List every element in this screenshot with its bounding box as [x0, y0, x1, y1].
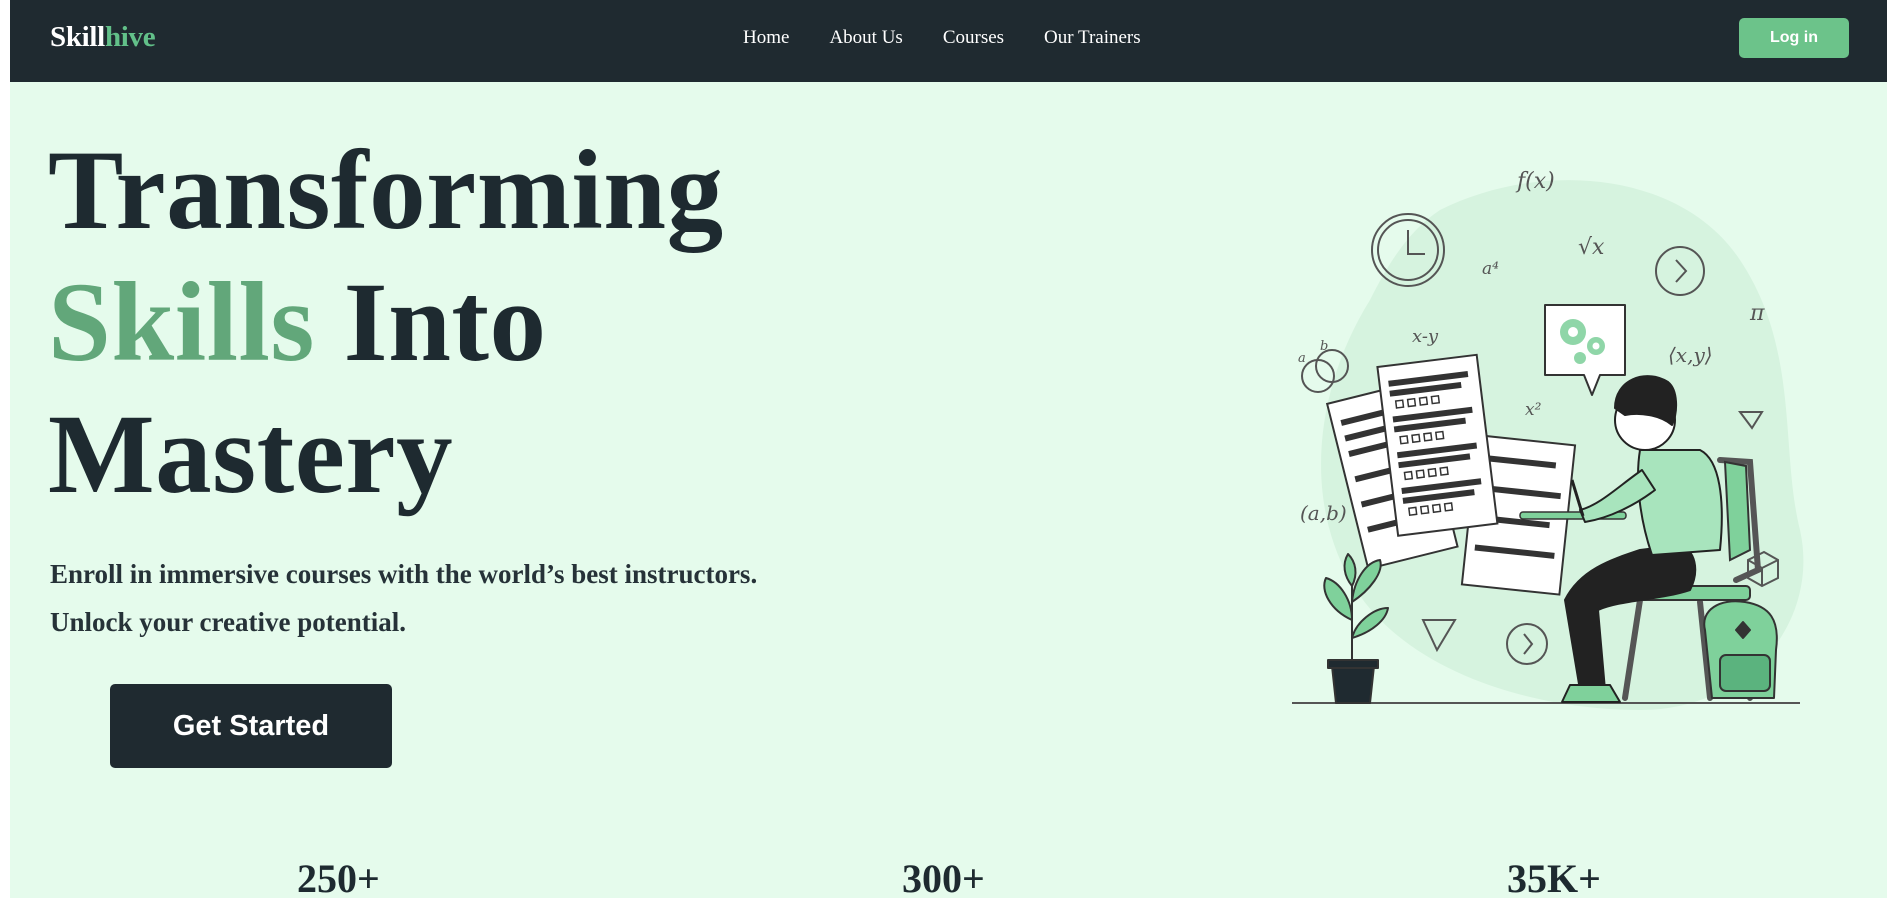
- get-started-button[interactable]: Get Started: [110, 684, 392, 768]
- stat-value-3: 35K+: [1507, 856, 1601, 898]
- nav-link-about-us[interactable]: About Us: [829, 27, 902, 49]
- label-fx: f(x): [1515, 169, 1555, 194]
- label-x-minus-y: x-y: [1412, 326, 1439, 347]
- label-ab-pair: (a,b): [1300, 501, 1347, 525]
- hero-title-line2-rest: Into: [314, 260, 547, 385]
- stat-value-1: 250+: [297, 856, 380, 898]
- label-sqrt-x: √x: [1578, 235, 1605, 260]
- label-b: b: [1320, 339, 1328, 354]
- chair-backrest: [1723, 460, 1752, 562]
- brand-name-main: Skill: [50, 21, 105, 53]
- page: Skillhive Home About Us Courses Our Trai…: [10, 0, 1887, 898]
- hero-subtitle: Enroll in immersive courses with the wor…: [50, 550, 757, 646]
- nav-links: Home About Us Courses Our Trainers: [743, 27, 1181, 49]
- label-x-squared: x²: [1525, 400, 1542, 420]
- backpack-icon: [1703, 600, 1778, 699]
- brand-logo[interactable]: Skillhive: [50, 21, 156, 54]
- label-a4: a⁴: [1482, 259, 1499, 279]
- hero-subtitle-line2: Unlock your creative potential.: [50, 607, 406, 637]
- label-a: a: [1298, 351, 1306, 366]
- label-pi: π: [1749, 301, 1765, 326]
- stat-value-2: 300+: [902, 856, 985, 898]
- label-xy-vector: ⟨x,y⟩: [1668, 343, 1713, 367]
- login-button[interactable]: Log in: [1739, 18, 1849, 58]
- hero-title-line3: Mastery: [48, 392, 454, 517]
- hero-title: Transforming Skills Into Mastery: [48, 125, 724, 521]
- hero-title-line1: Transforming: [48, 128, 724, 253]
- nav-link-our-trainers[interactable]: Our Trainers: [1044, 27, 1141, 49]
- navbar: Skillhive Home About Us Courses Our Trai…: [10, 0, 1887, 82]
- nav-link-home[interactable]: Home: [743, 27, 789, 49]
- brand-name-accent: hive: [104, 21, 156, 53]
- nav-link-courses[interactable]: Courses: [943, 27, 1004, 49]
- hero-illustration: f(x) a⁴ √x x-y x² π ⟨x,y⟩ a b (a,b): [1292, 169, 1804, 711]
- hero-subtitle-line1: Enroll in immersive courses with the wor…: [50, 559, 758, 589]
- hero-title-accent-word: Skills: [48, 260, 315, 385]
